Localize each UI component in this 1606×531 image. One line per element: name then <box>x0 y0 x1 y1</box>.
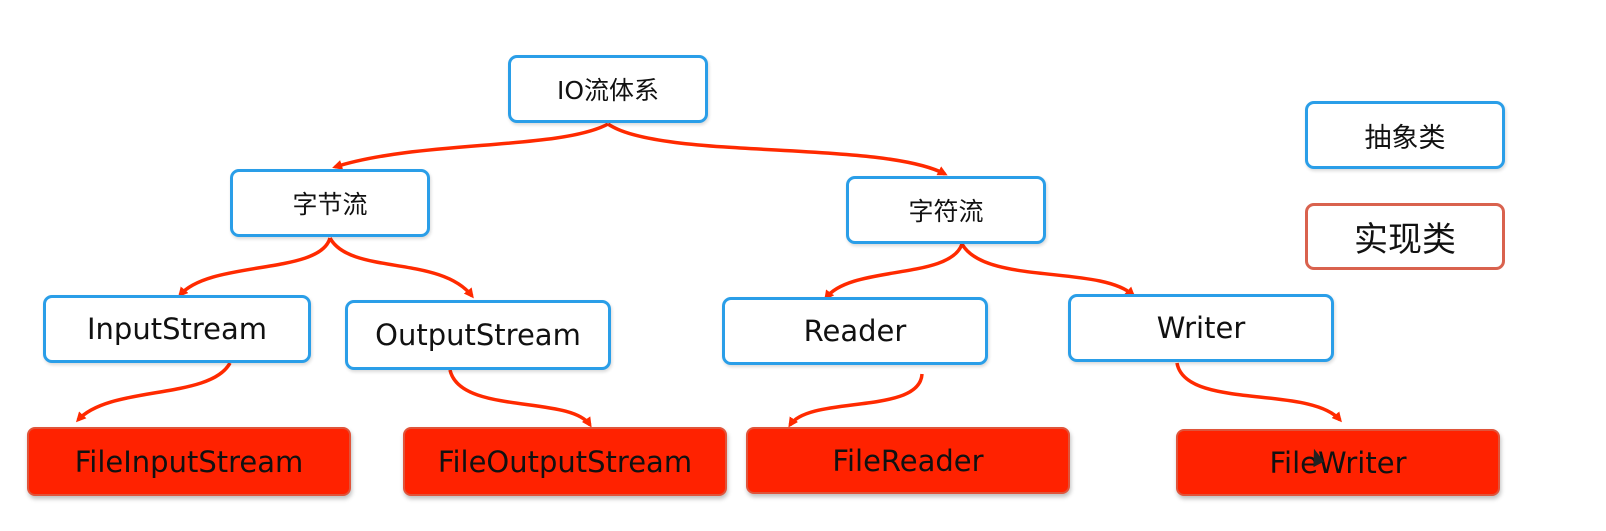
node-fileinputstream: FileInputStream <box>27 427 351 496</box>
node-writer: Writer <box>1068 294 1334 362</box>
node-io-root-label: IO流体系 <box>556 76 660 105</box>
arrow-byte-to-inputstream <box>178 237 332 298</box>
node-outputstream: OutputStream <box>345 300 611 370</box>
node-outputstream-label: OutputStream <box>375 318 581 352</box>
node-inputstream-label: InputStream <box>86 312 268 346</box>
legend-impl-class: 实现类 <box>1305 203 1505 270</box>
node-reader: Reader <box>722 297 988 365</box>
node-fileoutputstream: FileOutputStream <box>403 427 727 496</box>
node-filereader: FileReader <box>746 427 1070 494</box>
arrow-byte-to-outputstream <box>328 237 474 299</box>
arrow-char-to-reader <box>824 243 964 301</box>
node-byte-stream-label: 字节流 <box>292 190 368 219</box>
legend-abstract-class: 抽象类 <box>1305 101 1505 169</box>
arrow-reader-to-filereader <box>788 373 924 428</box>
node-filereader-label: FileReader <box>832 443 984 478</box>
node-io-root: IO流体系 <box>508 55 708 123</box>
arrow-outputstream-to-fileoutputstream <box>448 369 592 428</box>
io-hierarchy-diagram: IO流体系 字节流 字符流 InputStream OutputStream R… <box>0 0 1606 531</box>
node-writer-label: Writer <box>1156 311 1246 345</box>
node-filewriter: FileWriter <box>1176 429 1500 496</box>
arrow-root-to-byte-stream <box>332 122 609 170</box>
node-filewriter-label: FileWriter <box>1269 445 1407 480</box>
node-char-stream: 字符流 <box>846 176 1046 244</box>
arrow-writer-to-filewriter <box>1175 362 1342 423</box>
node-inputstream: InputStream <box>43 295 311 363</box>
node-byte-stream: 字节流 <box>230 169 430 237</box>
node-char-stream-label: 字符流 <box>908 197 984 226</box>
node-fileoutputstream-label: FileOutputStream <box>437 444 693 479</box>
node-reader-label: Reader <box>803 314 907 348</box>
arrow-char-to-writer <box>960 243 1136 298</box>
arrow-root-to-char-stream <box>607 122 948 176</box>
legend-abstract-class-label: 抽象类 <box>1364 122 1446 154</box>
arrow-inputstream-to-fileinputstream <box>75 362 232 423</box>
legend-impl-class-label: 实现类 <box>1354 220 1456 260</box>
node-fileinputstream-label: FileInputStream <box>74 444 304 479</box>
